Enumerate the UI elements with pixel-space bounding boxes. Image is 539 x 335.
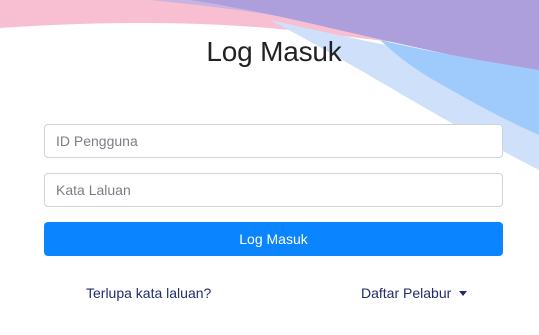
login-panel: Log Masuk Log Masuk Terlupa kata laluan?… bbox=[0, 0, 539, 335]
register-investor-label: Daftar Pelabur bbox=[361, 285, 452, 301]
forgot-password-label: Terlupa kata laluan? bbox=[86, 285, 212, 301]
register-investor-dropdown[interactable]: Daftar Pelabur bbox=[361, 285, 468, 301]
login-button[interactable]: Log Masuk bbox=[44, 222, 503, 256]
user-id-input[interactable] bbox=[44, 124, 503, 158]
caret-down-icon bbox=[459, 291, 468, 296]
page-title: Log Masuk bbox=[206, 36, 342, 67]
password-input[interactable] bbox=[44, 173, 503, 207]
forgot-password-link[interactable]: Terlupa kata laluan? bbox=[86, 285, 211, 301]
